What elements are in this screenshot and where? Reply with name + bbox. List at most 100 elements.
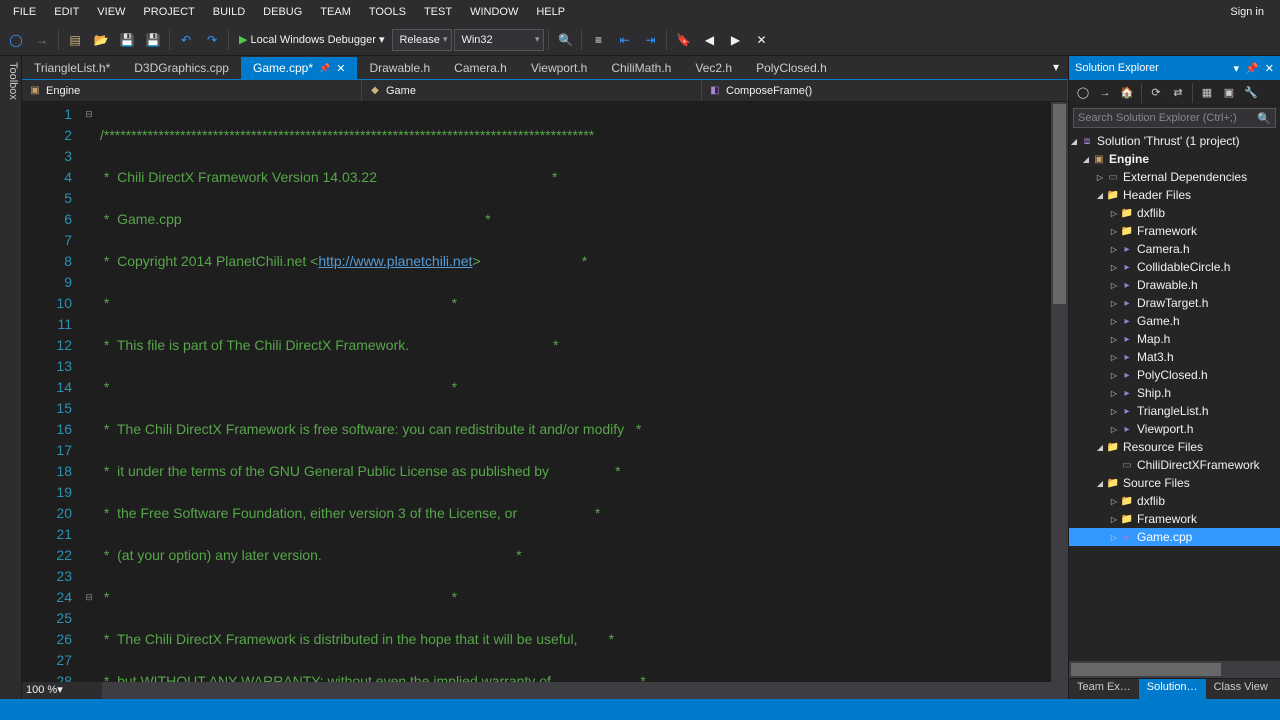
menu-team[interactable]: TEAM	[311, 3, 360, 21]
menu-window[interactable]: WINDOW	[461, 3, 527, 21]
solution-hscroll[interactable]	[1069, 661, 1280, 678]
se-home-icon[interactable]: 🏠	[1117, 83, 1137, 103]
menu-project[interactable]: PROJECT	[134, 3, 203, 21]
find-icon[interactable]: 🔍	[553, 28, 577, 52]
se-sync-icon[interactable]: ⇄	[1168, 83, 1188, 103]
tree-header-item[interactable]: ▷▸Camera.h	[1069, 240, 1280, 258]
fold-column[interactable]: ⊟⊟	[82, 102, 96, 699]
tree-framework-h[interactable]: ▷📁Framework	[1069, 222, 1280, 240]
tab-class-view[interactable]: Class View	[1206, 679, 1276, 699]
save-icon[interactable]: 💾	[115, 28, 139, 52]
search-icon: 🔍	[1257, 112, 1271, 125]
tree-source-files[interactable]: ◢📁Source Files	[1069, 474, 1280, 492]
tab-solution-explorer[interactable]: Solution…	[1139, 679, 1206, 699]
menu-debug[interactable]: DEBUG	[254, 3, 311, 21]
horizontal-scrollbar[interactable]: 100 % ▾	[22, 682, 1068, 699]
tab-trianglelist[interactable]: TriangleList.h*	[22, 57, 122, 79]
se-properties-icon[interactable]: 🔧	[1241, 83, 1261, 103]
tab-d3dgraphics[interactable]: D3DGraphics.cpp	[122, 57, 241, 79]
panel-pin-icon[interactable]: 📌	[1245, 62, 1259, 75]
sign-in-link[interactable]: Sign in	[1218, 3, 1276, 21]
tree-header-item[interactable]: ▷▸PolyClosed.h	[1069, 366, 1280, 384]
indent-left-icon[interactable]: ⇤	[612, 28, 636, 52]
tree-header-item[interactable]: ▷▸TriangleList.h	[1069, 402, 1280, 420]
tab-chilimath[interactable]: ChiliMath.h	[599, 57, 683, 79]
se-showall-icon[interactable]: ▦	[1197, 83, 1217, 103]
new-project-icon[interactable]: ▤	[63, 28, 87, 52]
se-collapse-icon[interactable]: ▣	[1219, 83, 1239, 103]
pin-icon[interactable]: 📌	[319, 63, 330, 74]
zoom-level[interactable]: 100 % ▾	[22, 682, 102, 699]
member-selector[interactable]: ◧ComposeFrame()	[702, 80, 1068, 101]
start-debug-button[interactable]: ▶ Local Windows Debugger ▾	[233, 28, 390, 52]
tree-header-files[interactable]: ◢📁Header Files	[1069, 186, 1280, 204]
tab-drawable[interactable]: Drawable.h	[357, 57, 442, 79]
tree-source-item[interactable]: ▷▸Game.cpp	[1069, 528, 1280, 546]
tab-overflow-icon[interactable]: ▾	[1044, 55, 1068, 79]
main-toolbar: ◯ → ▤ 📂 💾 💾 ↶ ↷ ▶ Local Windows Debugger…	[0, 24, 1280, 56]
tree-framework-s[interactable]: ▷📁Framework	[1069, 510, 1280, 528]
comment-icon[interactable]: ≡	[586, 28, 610, 52]
tab-vec2[interactable]: Vec2.h	[683, 57, 744, 79]
solution-explorer-panel: Solution Explorer ▾📌✕ ◯ → 🏠 ⟳ ⇄ ▦ ▣ 🔧 Se…	[1068, 56, 1280, 699]
tab-viewport[interactable]: Viewport.h	[519, 57, 599, 79]
save-all-icon[interactable]: 💾	[141, 28, 165, 52]
undo-icon[interactable]: ↶	[174, 28, 198, 52]
tree-dxflib-s[interactable]: ▷📁dxflib	[1069, 492, 1280, 510]
redo-icon[interactable]: ↷	[200, 28, 224, 52]
tree-header-item[interactable]: ▷▸DrawTarget.h	[1069, 294, 1280, 312]
nav-back-icon[interactable]: ◯	[4, 28, 28, 52]
indent-right-icon[interactable]: ⇥	[638, 28, 662, 52]
bookmark-icon[interactable]: 🔖	[671, 28, 695, 52]
panel-dropdown-icon[interactable]: ▾	[1234, 62, 1240, 75]
solution-toolbar: ◯ → 🏠 ⟳ ⇄ ▦ ▣ 🔧	[1069, 80, 1280, 106]
bookmark-prev-icon[interactable]: ◀	[697, 28, 721, 52]
panel-tabs: Team Ex… Solution… Class View	[1069, 678, 1280, 699]
nav-fwd-icon[interactable]: →	[30, 28, 54, 52]
se-refresh-icon[interactable]: ⟳	[1146, 83, 1166, 103]
tree-header-item[interactable]: ▷▸Mat3.h	[1069, 348, 1280, 366]
vertical-scrollbar[interactable]	[1051, 102, 1068, 682]
tree-resource-item[interactable]: ▭ChiliDirectXFramework	[1069, 456, 1280, 474]
se-back-icon[interactable]: ◯	[1073, 83, 1093, 103]
se-fwd-icon[interactable]: →	[1095, 83, 1115, 103]
tree-header-item[interactable]: ▷▸Map.h	[1069, 330, 1280, 348]
tree-header-item[interactable]: ▷▸Ship.h	[1069, 384, 1280, 402]
open-icon[interactable]: 📂	[89, 28, 113, 52]
menu-edit[interactable]: EDIT	[45, 3, 88, 21]
code-editor[interactable]: 1234567891011121314151617181920212223242…	[22, 102, 1068, 699]
bookmark-next-icon[interactable]: ▶	[723, 28, 747, 52]
tab-camera[interactable]: Camera.h	[442, 57, 519, 79]
panel-close-icon[interactable]: ✕	[1265, 62, 1274, 75]
scope-selector[interactable]: ▣Engine	[22, 80, 362, 101]
platform-selector[interactable]: Win32	[454, 29, 544, 51]
status-bar	[0, 699, 1280, 720]
tree-header-item[interactable]: ▷▸CollidableCircle.h	[1069, 258, 1280, 276]
toolbox-tab[interactable]: Toolbox	[0, 56, 22, 699]
tree-resource-files[interactable]: ◢📁Resource Files	[1069, 438, 1280, 456]
tree-solution[interactable]: ◢⧈Solution 'Thrust' (1 project)	[1069, 132, 1280, 150]
bookmark-clear-icon[interactable]: ✕	[749, 28, 773, 52]
tree-project[interactable]: ◢▣Engine	[1069, 150, 1280, 168]
code-content[interactable]: /***************************************…	[96, 102, 1068, 699]
close-icon[interactable]: ✕	[336, 62, 345, 75]
menu-file[interactable]: FILE	[4, 3, 45, 21]
tree-header-item[interactable]: ▷▸Game.h	[1069, 312, 1280, 330]
tree-ext-deps[interactable]: ▷▭External Dependencies	[1069, 168, 1280, 186]
tree-header-item[interactable]: ▷▸Viewport.h	[1069, 420, 1280, 438]
menu-test[interactable]: TEST	[415, 3, 461, 21]
menu-build[interactable]: BUILD	[204, 3, 254, 21]
type-selector[interactable]: ◆Game	[362, 80, 702, 101]
tab-polyclosed[interactable]: PolyClosed.h	[744, 57, 839, 79]
document-tabs: TriangleList.h* D3DGraphics.cpp Game.cpp…	[22, 56, 1068, 80]
config-selector[interactable]: Release	[392, 29, 452, 51]
solution-search-input[interactable]: Search Solution Explorer (Ctrl+;)🔍	[1073, 108, 1276, 128]
solution-tree[interactable]: ◢⧈Solution 'Thrust' (1 project) ◢▣Engine…	[1069, 130, 1280, 661]
tree-dxflib-h[interactable]: ▷📁dxflib	[1069, 204, 1280, 222]
tab-game-cpp[interactable]: Game.cpp*📌✕	[241, 57, 357, 79]
tree-header-item[interactable]: ▷▸Drawable.h	[1069, 276, 1280, 294]
menu-help[interactable]: HELP	[527, 3, 574, 21]
menu-tools[interactable]: TOOLS	[360, 3, 415, 21]
tab-team-explorer[interactable]: Team Ex…	[1069, 679, 1139, 699]
menu-view[interactable]: VIEW	[88, 3, 134, 21]
